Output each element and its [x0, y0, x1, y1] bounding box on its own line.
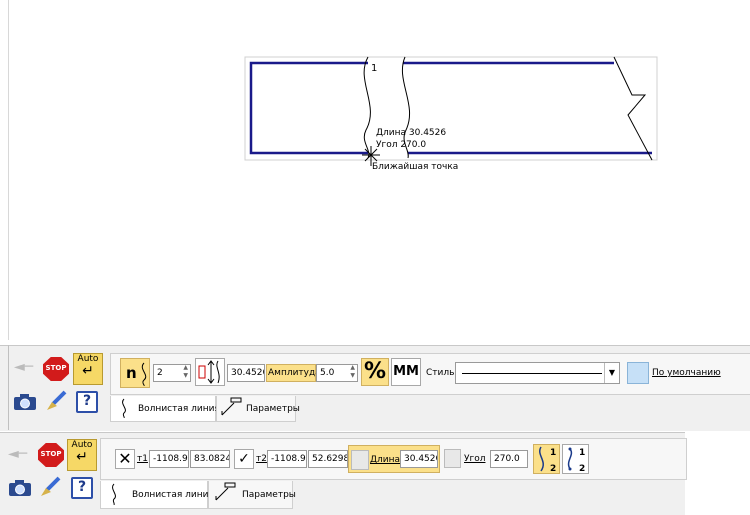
svg-text:1: 1 [550, 448, 556, 458]
t1-x-input[interactable]: -1108.99 [149, 450, 189, 468]
wave-direction-icon: 12 [539, 446, 556, 474]
direction-2-1-button[interactable]: 12 [562, 444, 589, 474]
length-label: Длина [370, 455, 401, 465]
snap-hint: Ближайшая точка [372, 162, 459, 172]
wave-icon [141, 362, 147, 386]
default-style-swatch[interactable] [627, 362, 649, 384]
length-lock-box[interactable] [351, 450, 369, 470]
mm-toggle[interactable]: ММ [391, 358, 421, 386]
wavy-line-1 [363, 56, 371, 159]
spin-arrows-icon[interactable]: ▲ ▼ [183, 365, 188, 380]
auto-button[interactable]: Auto ↵ [73, 353, 103, 385]
panel1-grip [8, 345, 9, 430]
t2-y-input[interactable]: 52.6298 [308, 450, 348, 468]
angle-readout: Угол 270.0 [376, 140, 427, 150]
angle-input[interactable]: 270.0 [490, 450, 528, 468]
stop-button[interactable]: STOP [43, 357, 69, 381]
style-dropdown[interactable]: ▼ [455, 362, 620, 384]
amplitude-value: 5.0 [320, 368, 335, 378]
length-input[interactable]: 30.4526 [227, 364, 265, 382]
wave-icon [112, 483, 116, 505]
tab-parameters[interactable]: Параметры [216, 396, 300, 422]
tab-parameters[interactable]: Параметры [208, 481, 296, 509]
brush-icon[interactable] [44, 390, 68, 412]
wave-direction-reverse-icon: 12 [567, 447, 585, 474]
brush-icon[interactable] [38, 476, 62, 498]
n-label: n [126, 364, 137, 382]
length-readout: Длина 30.4526 [376, 128, 447, 138]
break-line [613, 56, 653, 161]
angle-label: Угол [464, 454, 486, 464]
style-label: Стиль [426, 368, 455, 378]
auto-button[interactable]: Auto ↵ [67, 439, 97, 471]
direction-1-2-button[interactable]: 12 [533, 444, 560, 474]
tab-wave-label: Волнистая линия [138, 404, 220, 414]
spin-arrows-icon[interactable]: ▲ ▼ [350, 365, 355, 380]
stop-button[interactable]: STOP [38, 443, 64, 467]
length-input[interactable]: 30.4526 [400, 450, 438, 468]
svg-text:1: 1 [579, 448, 585, 458]
camera-icon[interactable] [13, 393, 37, 411]
back-arrow-icon[interactable]: ◄─ [8, 447, 32, 461]
camera-icon[interactable] [8, 479, 32, 497]
help-button[interactable]: ? [76, 391, 98, 413]
length-amplitude-icon [198, 360, 220, 384]
amplitude-label: Амплитуда [268, 368, 321, 378]
back-arrow-icon[interactable]: ◄─ [14, 360, 38, 374]
t1-y-input[interactable]: 83.0824 [190, 450, 230, 468]
tab-wave-line[interactable]: Волнистая линия [100, 481, 214, 509]
wave-count-toggle[interactable]: n [120, 358, 150, 388]
angle-lock-box[interactable] [444, 449, 461, 468]
wave-count-input[interactable]: 2 ▲ ▼ [153, 364, 191, 382]
contour-left [249, 61, 368, 155]
chevron-down-icon[interactable]: ▼ [604, 363, 619, 383]
panel2-right-blank [685, 432, 750, 514]
point2-snap-icon[interactable]: ✓ [234, 449, 254, 469]
help-button[interactable]: ? [71, 477, 93, 499]
length-mode-button[interactable] [195, 358, 225, 386]
amplitude-label-box: Амплитуда [266, 364, 321, 382]
tab-parameters-label: Параметры [246, 404, 300, 414]
t2-x-input[interactable]: -1108.99 [267, 450, 307, 468]
enter-arrow-icon: ↵ [82, 363, 94, 379]
parameters-icon [215, 482, 236, 501]
svg-text:2: 2 [550, 464, 556, 474]
percent-toggle[interactable]: % [361, 358, 389, 386]
point-marker: 1 [371, 63, 378, 74]
tab-wave-line[interactable]: Волнистая линия [110, 396, 220, 422]
selection-frame [244, 56, 658, 161]
amplitude-input[interactable]: 5.0 ▲ ▼ [316, 364, 358, 382]
tab-parameters-label: Параметры [242, 490, 296, 500]
style-line-preview [462, 373, 602, 374]
svg-text:2: 2 [579, 464, 585, 474]
parameters-icon [221, 397, 242, 416]
t2-label: т2 [256, 454, 267, 464]
wave-icon [122, 398, 126, 418]
point1-snap-icon[interactable]: ✕ [115, 449, 135, 469]
t1-label: т1 [137, 454, 148, 464]
tab-wave-label: Волнистая линия [132, 490, 214, 500]
enter-arrow-icon: ↵ [76, 449, 88, 465]
wave-count-value: 2 [157, 368, 163, 378]
default-style-label[interactable]: По умолчанию [652, 364, 721, 382]
